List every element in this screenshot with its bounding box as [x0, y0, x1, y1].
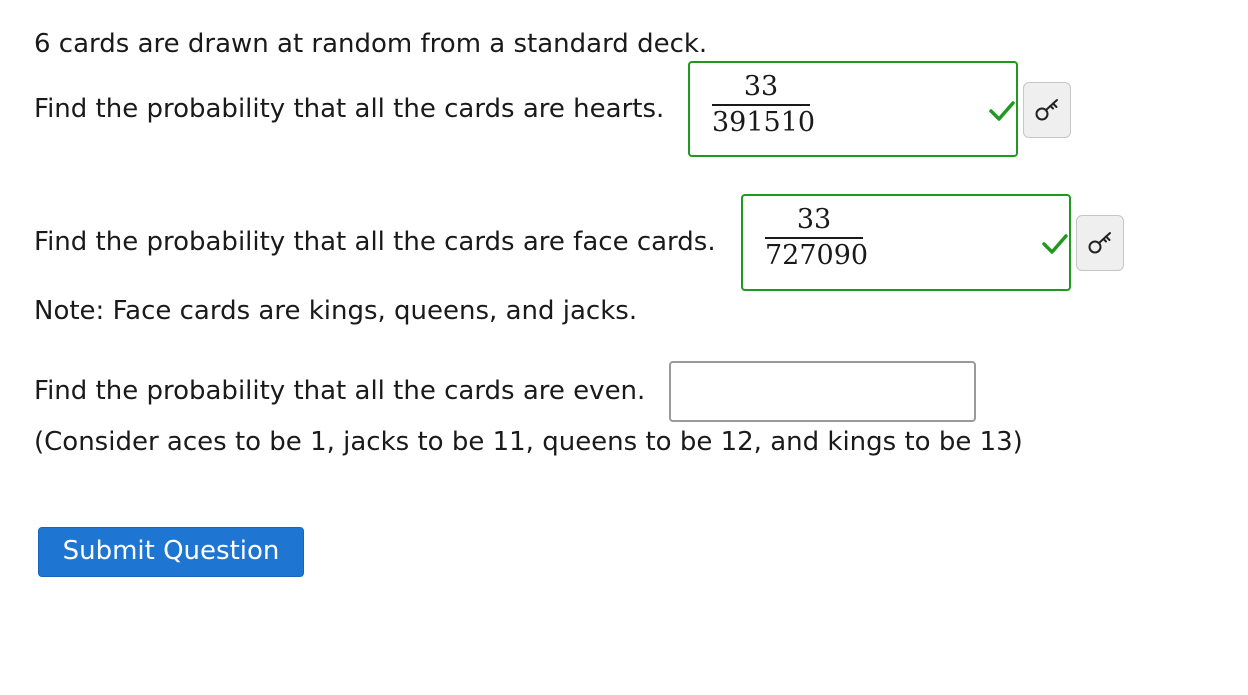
answer-field-1[interactable]: 33 391510 — [688, 61, 1018, 157]
submit-question-button[interactable]: Submit Question — [38, 527, 304, 577]
answer-1-numerator: 33 — [743, 71, 779, 102]
answer-2-denominator: 727090 — [765, 240, 869, 271]
key-icon — [1035, 99, 1058, 121]
show-answer-button-1[interactable] — [1023, 82, 1071, 138]
answer-2-fraction: 33 727090 — [765, 204, 869, 271]
checkmark-icon — [1042, 234, 1068, 254]
key-icon — [1088, 232, 1111, 254]
question-3-note: (Consider aces to be 1, jacks to be 11, … — [34, 427, 1023, 457]
question-2-prompt: Find the probability that all the cards … — [34, 227, 716, 257]
question-1-prompt: Find the probability that all the cards … — [34, 94, 665, 124]
answer-field-2[interactable]: 33 727090 — [741, 194, 1071, 291]
answer-field-3[interactable] — [669, 361, 976, 422]
checkmark-icon — [989, 101, 1015, 121]
question-intro: 6 cards are drawn at random from a stand… — [34, 29, 708, 59]
answer-1-denominator: 391510 — [712, 107, 816, 138]
answer-1-fraction: 33 391510 — [712, 71, 816, 138]
question-3-prompt: Find the probability that all the cards … — [34, 376, 646, 406]
show-answer-button-2[interactable] — [1076, 215, 1124, 271]
answer-2-numerator: 33 — [796, 204, 832, 235]
fraction-bar — [765, 237, 863, 239]
fraction-bar — [712, 104, 810, 106]
question-2-note: Note: Face cards are kings, queens, and … — [34, 296, 638, 326]
